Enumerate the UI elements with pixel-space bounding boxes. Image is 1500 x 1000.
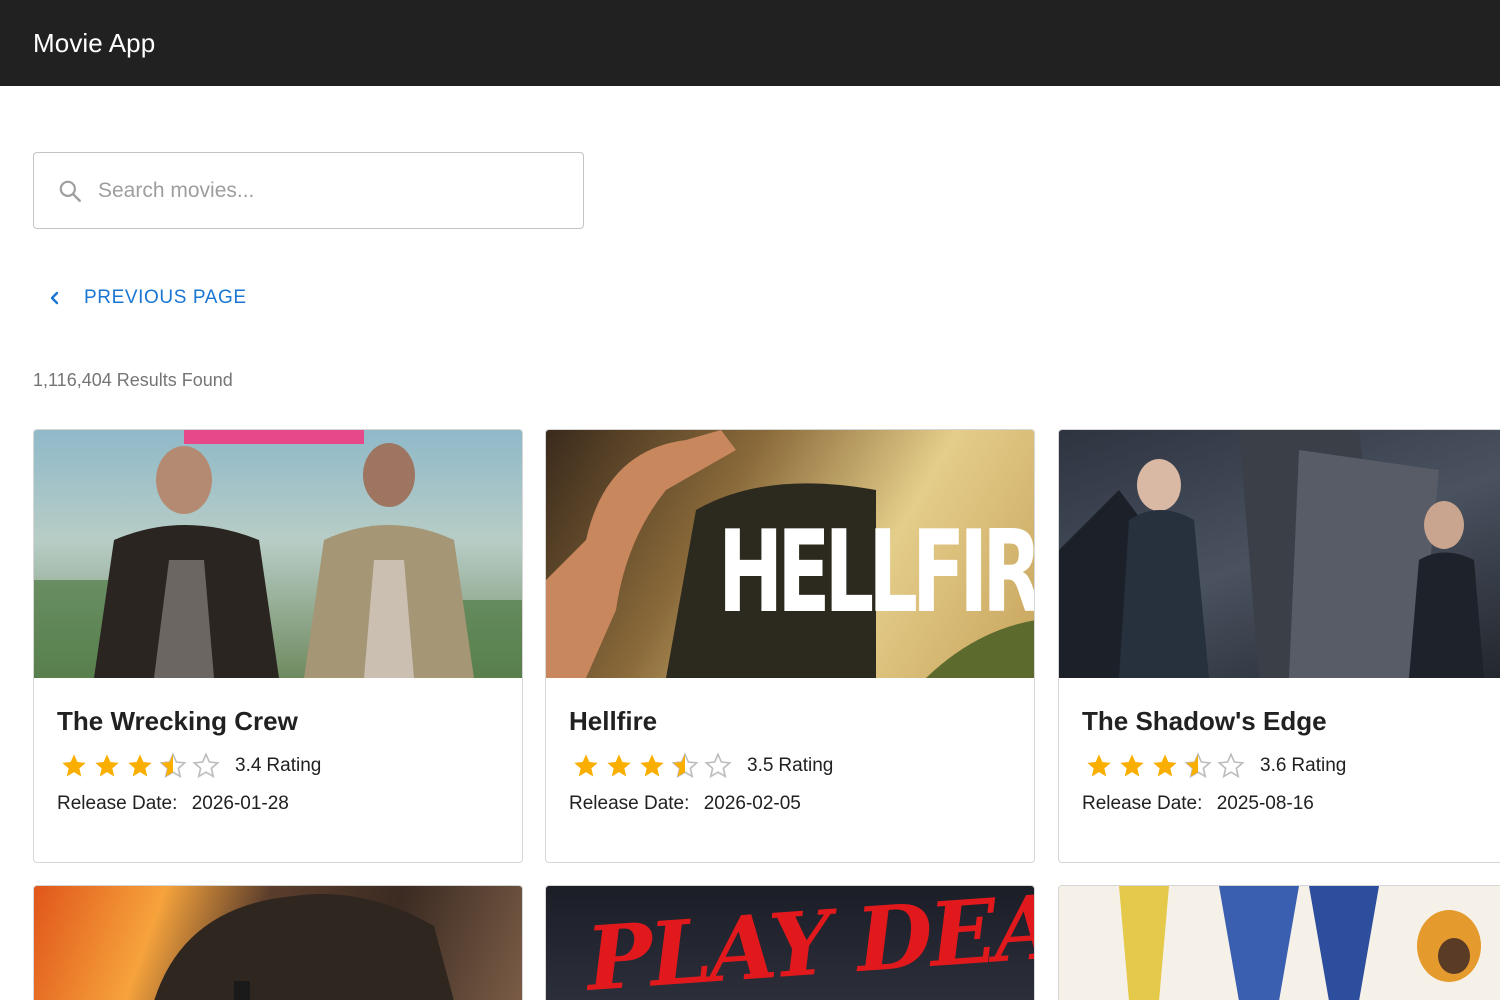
previous-page-button[interactable]: Previous Page bbox=[37, 278, 255, 318]
search-icon bbox=[56, 177, 84, 205]
poster-image bbox=[1059, 886, 1500, 1000]
movie-card[interactable]: HELLFIRE Hellfire 3.5 Rating Release Dat… bbox=[545, 429, 1035, 863]
release-row: Release Date: 2026-01-28 bbox=[57, 793, 499, 815]
poster-title-text: HELLFIRE bbox=[718, 508, 1034, 639]
rating-value: 3.6 bbox=[1260, 755, 1287, 776]
release-row: Release Date: 2025-08-16 bbox=[1082, 793, 1477, 815]
rating-label: Rating bbox=[1291, 755, 1347, 776]
rating-row: 3.4 Rating bbox=[57, 751, 499, 781]
star-half-icon bbox=[156, 751, 189, 781]
rating-label: Rating bbox=[266, 755, 322, 776]
movie-card[interactable]: PLAY DEAD bbox=[545, 885, 1035, 1000]
star-rating bbox=[57, 751, 222, 781]
rating-label: Rating bbox=[778, 755, 834, 776]
release-label: Release Date: bbox=[57, 793, 178, 814]
movie-title[interactable]: The Wrecking Crew bbox=[57, 706, 499, 737]
poster-image bbox=[1059, 430, 1500, 678]
release-date: 2026-02-05 bbox=[703, 793, 801, 814]
results-count: 1,116,404 Results Found bbox=[33, 370, 233, 390]
star-rating bbox=[1082, 751, 1247, 781]
movie-title[interactable]: Hellfire bbox=[569, 706, 1011, 737]
poster-image bbox=[34, 886, 522, 1000]
search-input[interactable] bbox=[98, 178, 538, 203]
star-filled-icon bbox=[602, 751, 635, 781]
poster-title-text: PLAY DEAD bbox=[583, 886, 1034, 1000]
rating-row: 3.5 Rating bbox=[569, 751, 1011, 781]
movie-card[interactable]: The Wrecking Crew 3.4 Rating Release Dat… bbox=[33, 429, 523, 863]
release-date: 2026-01-28 bbox=[191, 793, 289, 814]
poster-image: PLAY DEAD bbox=[546, 886, 1034, 1000]
release-label: Release Date: bbox=[1082, 793, 1203, 814]
star-filled-icon bbox=[1082, 751, 1115, 781]
release-date: 2025-08-16 bbox=[1216, 793, 1314, 814]
movie-card[interactable] bbox=[33, 885, 523, 1000]
star-filled-icon bbox=[569, 751, 602, 781]
release-row: Release Date: 2026-02-05 bbox=[569, 793, 1011, 815]
poster-image bbox=[34, 430, 522, 678]
star-filled-icon bbox=[1115, 751, 1148, 781]
chevron-left-icon bbox=[45, 288, 65, 308]
star-filled-icon bbox=[1148, 751, 1181, 781]
star-rating bbox=[569, 751, 734, 781]
star-filled-icon bbox=[123, 751, 156, 781]
search-box[interactable] bbox=[33, 152, 584, 229]
rating-value: 3.4 bbox=[235, 755, 262, 776]
star-empty-icon bbox=[701, 751, 734, 781]
star-filled-icon bbox=[635, 751, 668, 781]
previous-page-label: Previous Page bbox=[84, 287, 247, 308]
star-empty-icon bbox=[189, 751, 222, 781]
rating-value: 3.5 bbox=[747, 755, 774, 776]
app-bar: Movie App bbox=[0, 0, 1500, 86]
star-filled-icon bbox=[57, 751, 90, 781]
star-filled-icon bbox=[90, 751, 123, 781]
rating-row: 3.6 Rating bbox=[1082, 751, 1477, 781]
release-label: Release Date: bbox=[569, 793, 690, 814]
star-half-icon bbox=[1181, 751, 1214, 781]
star-empty-icon bbox=[1214, 751, 1247, 781]
movie-card[interactable]: The Shadow's Edge 3.6 Rating Release Dat… bbox=[1058, 429, 1500, 863]
star-half-icon bbox=[668, 751, 701, 781]
app-title: Movie App bbox=[33, 27, 156, 58]
movie-title[interactable]: The Shadow's Edge bbox=[1082, 706, 1477, 737]
poster-image: HELLFIRE bbox=[546, 430, 1034, 678]
movie-card[interactable] bbox=[1058, 885, 1500, 1000]
